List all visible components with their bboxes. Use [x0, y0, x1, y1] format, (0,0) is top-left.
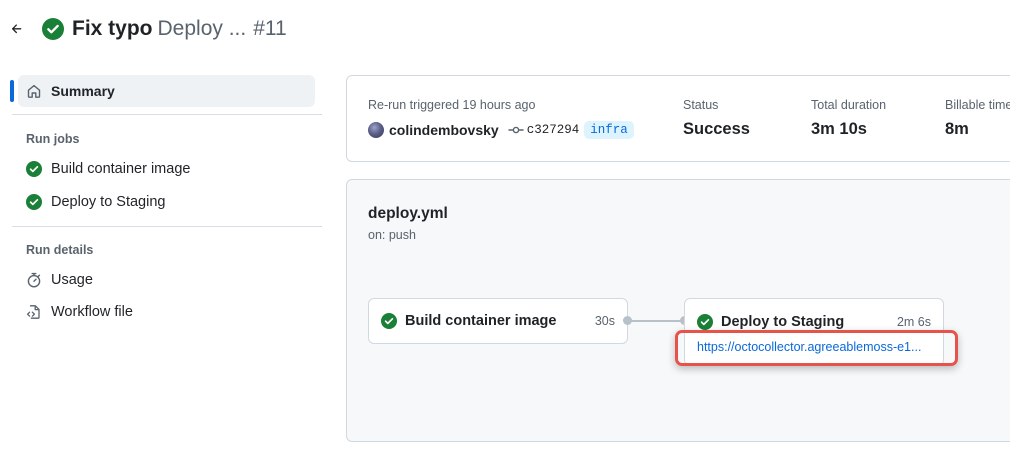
run-title: Fix typo	[72, 17, 153, 40]
sidebar-item-summary[interactable]: Summary	[18, 75, 315, 107]
job-node-build-container-image[interactable]: Build container image 30s	[368, 298, 628, 344]
check-circle-fill-icon	[381, 313, 397, 329]
workflow-graph-card: deploy.yml on: push Build container imag…	[346, 179, 1010, 442]
sidebar-divider	[12, 114, 322, 115]
sidebar-item-usage[interactable]: Usage	[26, 269, 93, 291]
status-stat: Status Success	[683, 98, 750, 139]
run-number: #11	[253, 17, 287, 40]
workflow-run-page: Fix typo Deploy ... #11 Summary Run jobs…	[0, 0, 1010, 454]
sidebar-item-label: Usage	[51, 272, 93, 288]
run-header: Fix typo Deploy ... #11	[8, 14, 287, 44]
connector-line	[630, 320, 684, 322]
file-code-icon	[26, 305, 40, 319]
sidebar-item-label: Summary	[51, 83, 115, 99]
billable-label: Billable time	[945, 98, 1010, 112]
duration-label: Total duration	[811, 98, 887, 112]
arrow-left-icon	[11, 24, 22, 34]
commit-sha-link[interactable]: c327294	[527, 123, 580, 137]
sidebar-divider	[12, 226, 322, 227]
job-node-label: Build container image	[405, 313, 557, 329]
run-summary-card: Re-run triggered 19 hours ago colindembo…	[346, 75, 1010, 162]
avatar[interactable]	[368, 122, 384, 138]
status-label: Status	[683, 98, 719, 112]
home-icon	[27, 84, 41, 98]
actor-link[interactable]: colindembovsky	[389, 122, 499, 138]
deploy-url-link[interactable]: https://octocollector.agreeablemoss-e1..…	[697, 340, 921, 354]
duration-stat: Total duration 3m 10s	[811, 98, 886, 139]
back-button[interactable]	[8, 20, 26, 38]
sidebar-item-label: Build container image	[51, 161, 191, 177]
billable-stat: Billable time 8m	[945, 98, 1010, 139]
check-circle-fill-icon	[26, 161, 42, 177]
job-node-duration: 2m 6s	[896, 314, 931, 329]
job-node-duration: 30s	[594, 314, 615, 328]
branch-badge[interactable]: infra	[584, 121, 634, 139]
sidebar-item-label: Workflow file	[51, 304, 133, 320]
actor-row: colindembovsky c327294 infra	[368, 121, 634, 139]
sidebar-item-build-container-image[interactable]: Build container image	[26, 158, 190, 180]
status-value: Success	[683, 120, 750, 138]
workflow-trigger: on: push	[368, 228, 416, 242]
billable-value: 8m	[945, 120, 969, 138]
check-circle-fill-icon	[26, 194, 42, 210]
sidebar-item-deploy-to-staging[interactable]: Deploy to Staging	[26, 191, 165, 213]
active-indicator	[10, 80, 14, 102]
git-commit-icon	[508, 126, 524, 134]
job-node-label: Deploy to Staging	[721, 313, 845, 330]
check-circle-fill-icon	[42, 18, 64, 40]
trigger-text: Re-run triggered 19 hours ago	[368, 98, 536, 112]
sidebar-item-label: Deploy to Staging	[51, 194, 166, 210]
duration-value: 3m 10s	[811, 120, 867, 138]
run-workflow-name[interactable]: Deploy ...	[158, 17, 247, 41]
sidebar-item-workflow-file[interactable]: Workflow file	[26, 301, 133, 323]
run-details-heading: Run details	[26, 243, 94, 257]
run-jobs-heading: Run jobs	[26, 132, 80, 146]
stopwatch-icon	[27, 272, 41, 288]
check-circle-fill-icon	[697, 313, 713, 330]
workflow-file-name: deploy.yml	[368, 205, 448, 222]
